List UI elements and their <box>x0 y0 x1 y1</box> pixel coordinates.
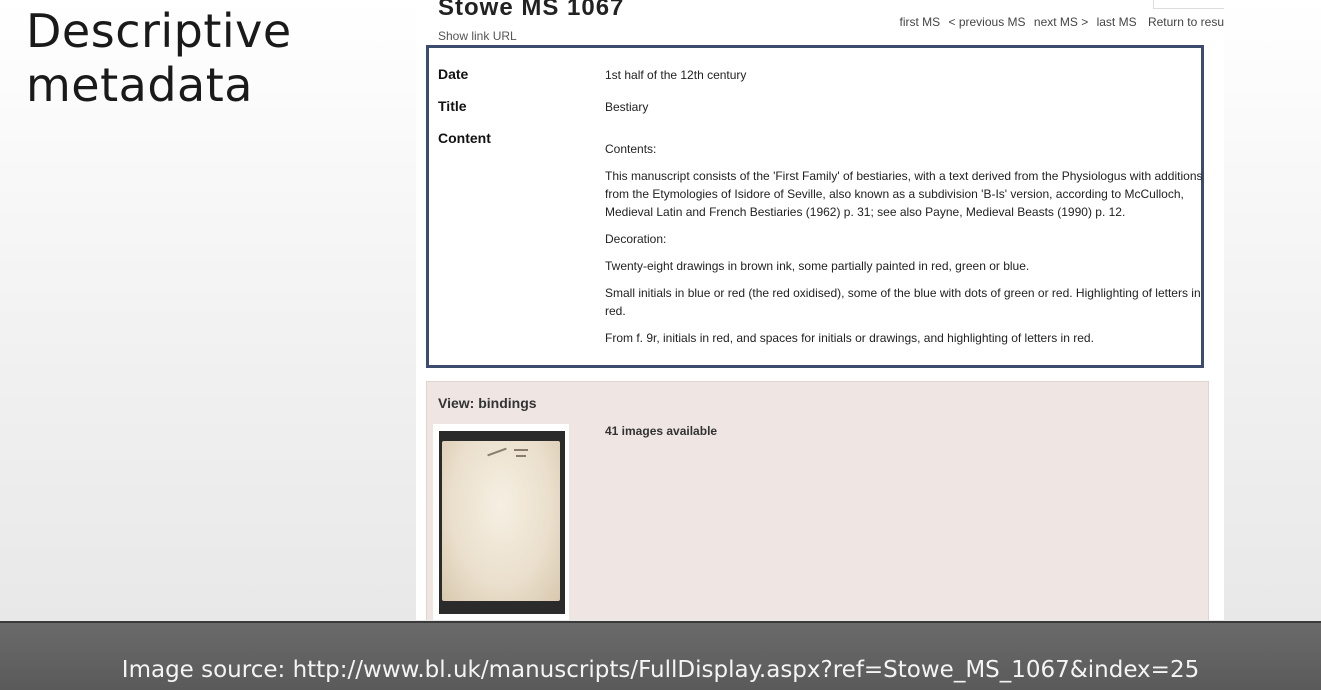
title-value: Bestiary <box>605 100 649 114</box>
content-value: Contents: This manuscript consists of th… <box>605 140 1205 356</box>
slide-title-line-2: metadata <box>26 58 253 112</box>
manuscript-record-screenshot: Stowe MS 1067 Show link URL first MS < p… <box>416 0 1224 620</box>
next-ms-link[interactable]: next MS > <box>1034 15 1088 29</box>
manuscript-title: Stowe MS 1067 <box>438 0 625 21</box>
content-paragraph: Small initials in blue or red (the red o… <box>605 286 1201 318</box>
previous-ms-link[interactable]: < previous MS <box>949 15 1026 29</box>
last-ms-link[interactable]: last MS <box>1097 15 1137 29</box>
metadata-highlight-box: Date 1st half of the 12th century Title … <box>426 45 1204 368</box>
slide-title-line-1: Descriptive <box>26 4 292 58</box>
image-source-footer: Image source: http://www.bl.uk/manuscrip… <box>0 621 1321 690</box>
binding-thumbnail-image <box>439 431 565 614</box>
return-to-results-link[interactable]: Return to result <box>1148 15 1224 29</box>
content-paragraph: Contents: <box>605 142 657 156</box>
date-value: 1st half of the 12th century <box>605 68 747 82</box>
first-ms-link[interactable]: first MS <box>899 15 940 29</box>
tab-corner <box>1153 0 1224 9</box>
content-label: Content <box>438 130 491 146</box>
content-paragraph: From f. 9r, initials in red, and spaces … <box>605 331 1094 345</box>
content-paragraph: Decoration: <box>605 232 667 246</box>
show-link-url[interactable]: Show link URL <box>438 29 517 43</box>
date-label: Date <box>438 66 469 82</box>
ink-mark <box>514 449 528 451</box>
binding-thumbnail[interactable] <box>433 424 569 620</box>
ink-mark <box>516 455 526 457</box>
image-source-text: Image source: http://www.bl.uk/manuscrip… <box>121 657 1200 683</box>
record-navigation: first MS < previous MS next MS > last MS… <box>894 15 1224 29</box>
content-paragraph: Twenty-eight drawings in brown ink, some… <box>605 259 1030 273</box>
images-available-count: 41 images available <box>605 424 718 438</box>
bindings-heading: View: bindings <box>438 395 537 411</box>
slide-title: Descriptive metadata <box>26 4 292 112</box>
bindings-panel: View: bindings 41 images available <box>426 381 1209 620</box>
content-paragraph: This manuscript consists of the 'First F… <box>605 169 1203 219</box>
title-label: Title <box>438 98 467 114</box>
ink-mark <box>487 447 507 457</box>
manuscript-page-image <box>442 441 560 601</box>
